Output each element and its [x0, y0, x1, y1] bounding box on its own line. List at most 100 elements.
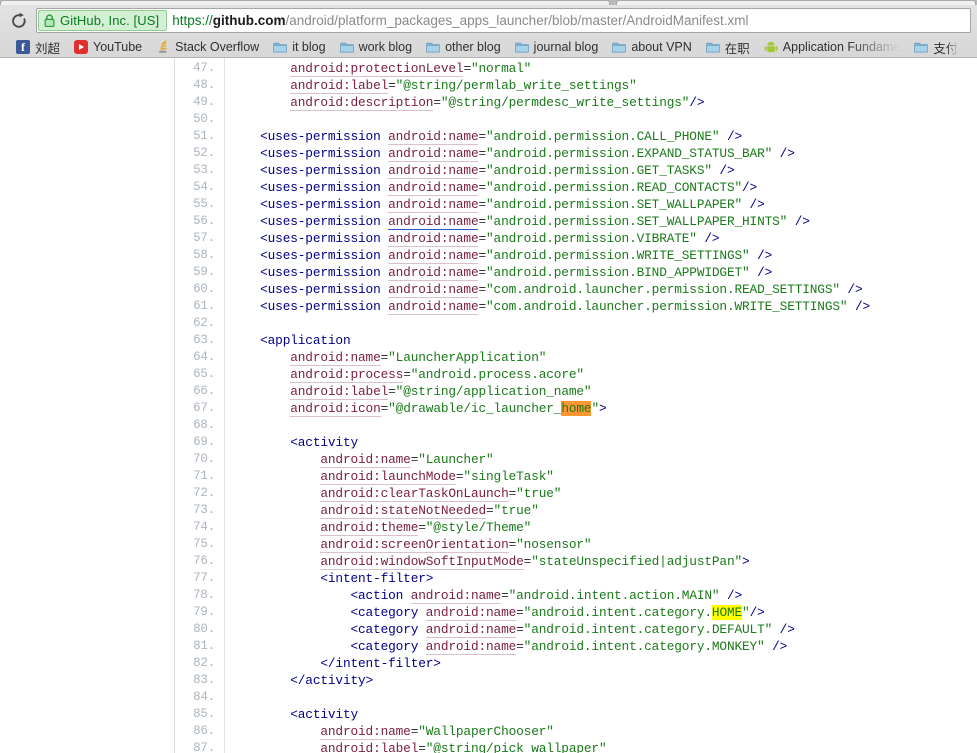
line-number[interactable]: 61.: [176, 298, 215, 315]
line-number[interactable]: 82.: [176, 655, 215, 672]
folder-icon: [426, 42, 440, 53]
line-number[interactable]: 53.: [176, 162, 215, 179]
line-number[interactable]: 48.: [176, 77, 215, 94]
bookmark-item-3[interactable]: it blog: [267, 37, 331, 57]
code-token-attr[interactable]: android:label: [290, 78, 388, 94]
code-token-tag: />: [719, 129, 743, 144]
code-token-attr-hover[interactable]: android:name: [388, 214, 479, 230]
code-token-attr[interactable]: android:name: [388, 180, 479, 196]
code-token-attr[interactable]: android:clearTaskOnLaunch: [320, 486, 509, 502]
code-token-attr[interactable]: android:name: [388, 282, 479, 298]
code-token-attr[interactable]: android:name: [388, 163, 479, 179]
code-token-attr[interactable]: android:theme: [320, 520, 418, 536]
line-number[interactable]: 70.: [176, 451, 215, 468]
line-number[interactable]: 52.: [176, 145, 215, 162]
bookmark-item-10[interactable]: 支付: [908, 37, 964, 57]
line-number[interactable]: 57.: [176, 230, 215, 247]
code-token-attr[interactable]: android:name: [425, 622, 516, 638]
code-token-attr[interactable]: android:name: [388, 146, 479, 162]
line-number[interactable]: 78.: [176, 587, 215, 604]
line-number[interactable]: 47.: [176, 60, 215, 77]
line-number[interactable]: 54.: [176, 179, 215, 196]
line-number[interactable]: 67.: [176, 400, 215, 417]
line-number[interactable]: 58.: [176, 247, 215, 264]
bookmark-item-1[interactable]: YouTube: [68, 37, 148, 57]
code-token-attr[interactable]: android:name: [388, 197, 479, 213]
line-number[interactable]: 85.: [176, 706, 215, 723]
code-token-attr[interactable]: android:name: [388, 299, 479, 315]
code-token-attr[interactable]: android:name: [388, 231, 479, 247]
line-number[interactable]: 65.: [176, 366, 215, 383]
line-number[interactable]: 56.: [176, 213, 215, 230]
line-number[interactable]: 84.: [176, 689, 215, 706]
code-token-val: "true": [516, 486, 562, 501]
code-token-tag: <action: [350, 588, 411, 603]
code-token-attr[interactable]: android:name: [425, 639, 516, 655]
code-token-attr[interactable]: android:name: [320, 452, 411, 468]
code-token-attr[interactable]: android:launchMode: [320, 469, 456, 485]
code-content[interactable]: android:protectionLevel="normal" android…: [226, 58, 977, 753]
code-token-tag: <uses-permission: [260, 163, 389, 178]
code-token-attr[interactable]: android:name: [290, 350, 381, 366]
code-token-attr[interactable]: android:stateNotNeeded: [320, 503, 486, 519]
line-number[interactable]: 68.: [176, 417, 215, 434]
line-number[interactable]: 50.: [176, 111, 215, 128]
line-number[interactable]: 66.: [176, 383, 215, 400]
line-number[interactable]: 64.: [176, 349, 215, 366]
line-number[interactable]: 74.: [176, 519, 215, 536]
line-number[interactable]: 83.: [176, 672, 215, 689]
address-bar[interactable]: GitHub, Inc. [US] https://github.com/and…: [36, 8, 971, 33]
bookmark-item-7[interactable]: about VPN: [606, 37, 697, 57]
line-number[interactable]: 81.: [176, 638, 215, 655]
line-number[interactable]: 72.: [176, 485, 215, 502]
line-number[interactable]: 63.: [176, 332, 215, 349]
code-token-attr[interactable]: android:label: [290, 384, 388, 400]
code-token-tag: <uses-permission: [260, 197, 389, 212]
line-number[interactable]: 62.: [176, 315, 215, 332]
line-number[interactable]: 77.: [176, 570, 215, 587]
code-token-attr[interactable]: android:name: [388, 129, 479, 145]
code-token-val: "android.process.acore": [410, 367, 584, 382]
line-number[interactable]: 79.: [176, 604, 215, 621]
line-number[interactable]: 80.: [176, 621, 215, 638]
bookmark-item-6[interactable]: journal blog: [509, 37, 605, 57]
bookmark-item-9[interactable]: Application Fundame: [758, 37, 906, 57]
ev-certificate-badge[interactable]: GitHub, Inc. [US]: [38, 10, 168, 31]
code-line: android:launchMode="singleTask": [230, 468, 977, 485]
code-token-attr[interactable]: android:screenOrientation: [320, 537, 509, 553]
code-token-attr[interactable]: android:description: [290, 95, 433, 111]
code-token-attr[interactable]: android:icon: [290, 401, 381, 417]
code-line: <uses-permission android:name="android.p…: [230, 247, 977, 264]
code-token-attr[interactable]: android:name: [410, 588, 501, 604]
line-number[interactable]: 60.: [176, 281, 215, 298]
code-token-attr[interactable]: android:name: [320, 724, 411, 740]
line-number[interactable]: 86.: [176, 723, 215, 740]
line-number[interactable]: 71.: [176, 468, 215, 485]
bookmark-item-5[interactable]: other blog: [420, 37, 507, 57]
code-token-attr[interactable]: android:process: [290, 367, 403, 383]
code-token-punc: =: [478, 248, 487, 263]
code-token-tag: <uses-permission: [260, 282, 389, 297]
bookmark-item-2[interactable]: Stack Overflow: [150, 37, 265, 57]
code-token-attr[interactable]: android:label: [320, 741, 418, 753]
line-number[interactable]: 51.: [176, 128, 215, 145]
line-number[interactable]: 49.: [176, 94, 215, 111]
code-token-attr[interactable]: android:name: [425, 605, 516, 621]
reload-icon[interactable]: [6, 8, 32, 33]
line-number[interactable]: 59.: [176, 264, 215, 281]
code-token-attr[interactable]: android:name: [388, 265, 479, 281]
code-token-attr[interactable]: android:name: [388, 248, 479, 264]
line-number[interactable]: 76.: [176, 553, 215, 570]
line-number[interactable]: 73.: [176, 502, 215, 519]
url-text[interactable]: https://github.com/android/platform_pack…: [172, 13, 748, 28]
line-number[interactable]: 87.: [176, 740, 215, 753]
bookmark-item-4[interactable]: work blog: [334, 37, 419, 57]
line-number[interactable]: 55.: [176, 196, 215, 213]
line-number[interactable]: 69.: [176, 434, 215, 451]
code-token-attr[interactable]: android:protectionLevel: [290, 61, 464, 77]
code-token-attr[interactable]: android:windowSoftInputMode: [320, 554, 524, 570]
bookmark-item-0[interactable]: f 刘超: [10, 37, 66, 57]
bookmark-item-8[interactable]: 在职: [700, 37, 756, 57]
code-line: <uses-permission android:name="android.p…: [230, 128, 977, 145]
line-number[interactable]: 75.: [176, 536, 215, 553]
